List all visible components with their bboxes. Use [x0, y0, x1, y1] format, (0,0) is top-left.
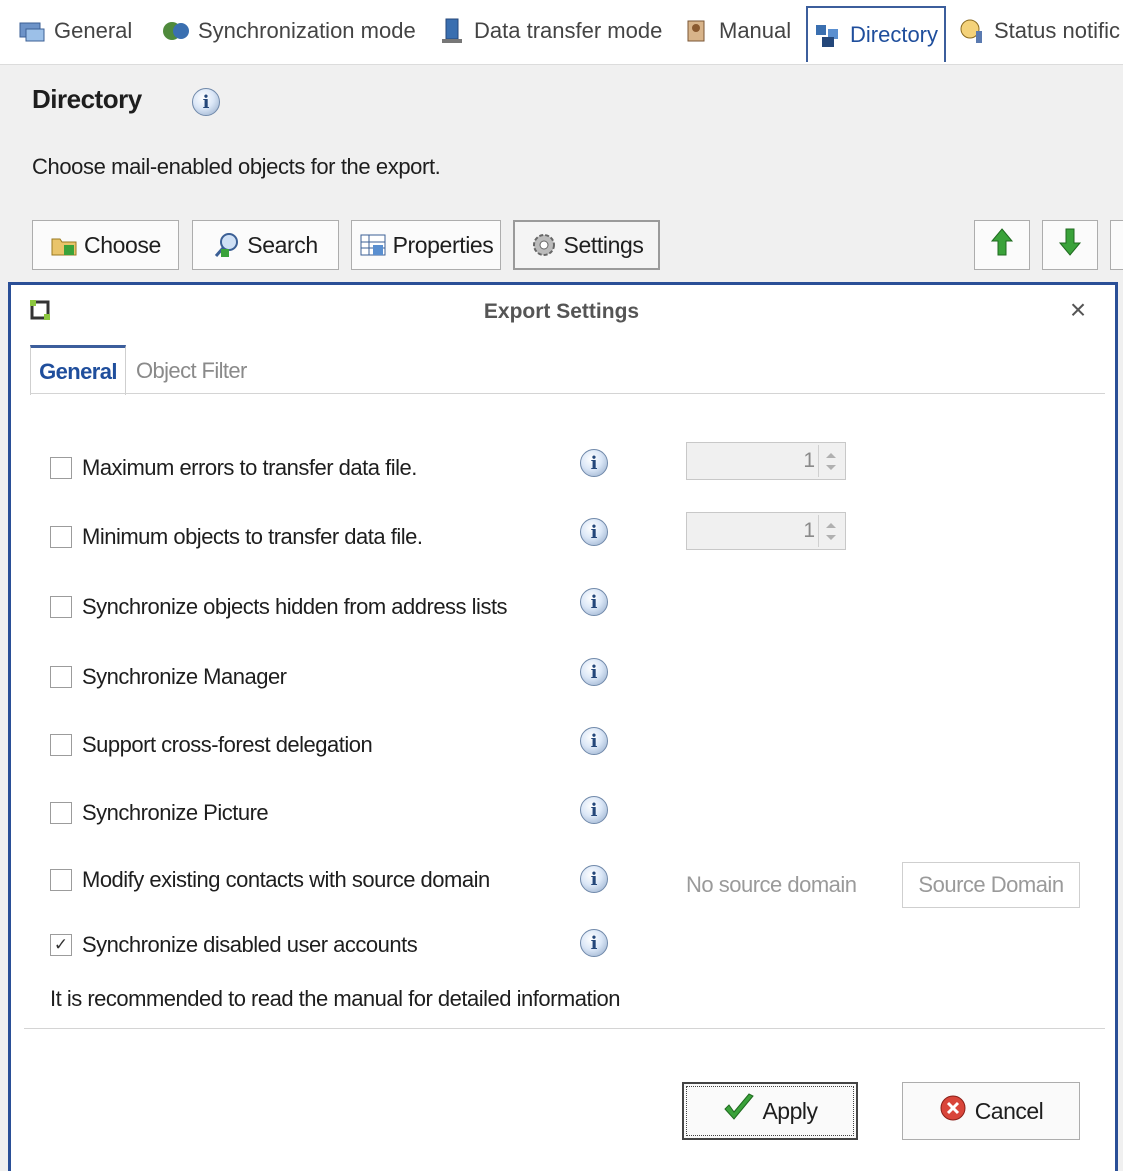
search-button[interactable]: Search	[192, 220, 339, 270]
export-settings-dialog	[8, 282, 1118, 1171]
move-down-button[interactable]	[1042, 220, 1098, 270]
source-domain-button[interactable]: Source Domain	[902, 862, 1080, 908]
properties-button[interactable]: Properties	[351, 220, 501, 270]
info-icon[interactable]: i	[192, 88, 220, 116]
tab-manual[interactable]: Manual	[683, 8, 791, 54]
apply-button[interactable]: Apply	[682, 1082, 858, 1140]
tab-general[interactable]: General	[18, 8, 132, 54]
page-description: Choose mail-enabled objects for the expo…	[32, 154, 441, 179]
info-icon[interactable]: i	[580, 727, 608, 755]
option-cross-forest-delegation[interactable]: Support cross-forest delegation	[50, 730, 373, 760]
page-title: Directory	[32, 84, 142, 114]
move-up-button[interactable]	[974, 220, 1030, 270]
search-icon	[213, 231, 241, 259]
checkbox-checked[interactable]: ✓	[50, 934, 72, 956]
source-domain-status: No source domain	[686, 872, 857, 897]
settings-button[interactable]: Settings	[513, 220, 660, 270]
tab-data-transfer-mode[interactable]: Data transfer mode	[438, 8, 662, 54]
min-objects-stepper[interactable]: 1	[686, 512, 846, 550]
arrow-up-icon	[990, 227, 1014, 263]
footer-divider	[24, 1028, 1105, 1029]
gear-icon	[530, 231, 558, 259]
tab-directory[interactable]: Directory	[806, 6, 947, 62]
max-errors-stepper[interactable]: 1	[686, 442, 846, 480]
checkbox[interactable]	[50, 869, 72, 891]
info-icon[interactable]: i	[580, 929, 608, 957]
checkbox[interactable]	[50, 734, 72, 756]
dialog-tab-object-filter[interactable]: Object Filter	[136, 358, 247, 384]
sync-mode-icon	[162, 17, 190, 45]
dialog-title: Export Settings	[483, 300, 640, 323]
checkbox[interactable]	[50, 457, 72, 479]
spinner-arrows[interactable]	[818, 515, 843, 547]
checkbox[interactable]	[50, 596, 72, 618]
checkbox[interactable]	[50, 802, 72, 824]
checkbox[interactable]	[50, 526, 72, 548]
toolbar-overflow-button[interactable]	[1110, 220, 1123, 270]
tab-divider	[30, 393, 1105, 394]
close-icon[interactable]: ×	[1064, 294, 1092, 326]
info-icon[interactable]: i	[580, 865, 608, 893]
manual-icon	[683, 17, 711, 45]
properties-icon	[359, 231, 387, 259]
option-sync-hidden-objects[interactable]: Synchronize objects hidden from address …	[50, 592, 508, 622]
info-icon[interactable]: i	[580, 588, 608, 616]
choose-folder-icon	[50, 231, 78, 259]
spinner-arrows[interactable]	[818, 445, 843, 477]
data-transfer-icon	[438, 17, 466, 45]
option-sync-disabled-accounts[interactable]: ✓ Synchronize disabled user accounts	[50, 930, 418, 960]
option-modify-contacts-source-domain[interactable]: Modify existing contacts with source dom…	[50, 865, 490, 895]
tab-synchronization-mode[interactable]: Synchronization mode	[162, 8, 416, 54]
option-sync-manager[interactable]: Synchronize Manager	[50, 662, 287, 692]
cancel-button[interactable]: Cancel	[902, 1082, 1080, 1140]
info-icon[interactable]: i	[580, 658, 608, 686]
manual-note: It is recommended to read the manual for…	[50, 986, 620, 1011]
checkmark-icon	[722, 1093, 756, 1129]
info-icon[interactable]: i	[580, 796, 608, 824]
general-icon	[18, 17, 46, 45]
option-sync-picture[interactable]: Synchronize Picture	[50, 798, 269, 828]
top-tab-strip: General Synchronization mode Data transf…	[0, 0, 1123, 64]
cancel-icon	[939, 1094, 967, 1128]
checkbox[interactable]	[50, 666, 72, 688]
tab-status-notifications[interactable]: Status notific	[958, 8, 1120, 54]
choose-button[interactable]: Choose	[32, 220, 179, 270]
status-icon	[958, 17, 986, 45]
info-icon[interactable]: i	[580, 518, 608, 546]
dialog-tab-general[interactable]: General	[30, 345, 126, 395]
arrow-down-icon	[1058, 227, 1082, 263]
option-max-errors[interactable]: Maximum errors to transfer data file.	[50, 453, 417, 483]
info-icon[interactable]: i	[580, 449, 608, 477]
directory-icon	[814, 21, 842, 49]
option-min-objects[interactable]: Minimum objects to transfer data file.	[50, 522, 423, 552]
